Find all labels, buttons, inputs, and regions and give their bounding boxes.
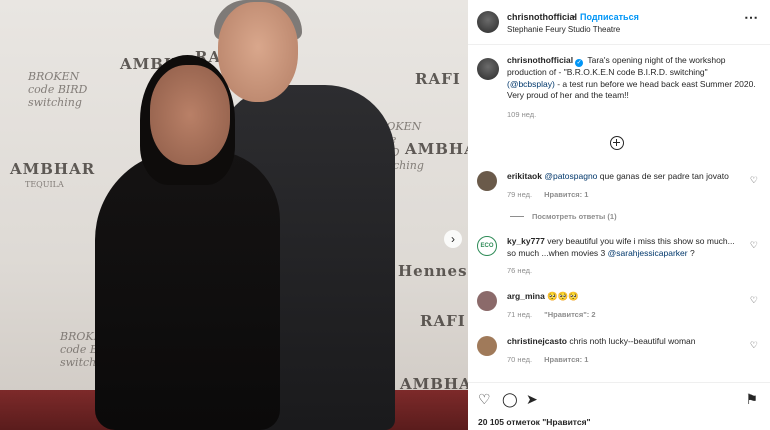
backdrop-logo: BROKEN code BIRD switching: [28, 70, 88, 109]
backdrop-logo: RAFI: [420, 312, 466, 330]
comment-text: erikitaok @patospagno que ganas de ser p…: [507, 171, 742, 183]
comment-meta: 79 нед. Нравится: 1: [507, 190, 770, 199]
post-actions-bar: ♡ ◯ ➤ ⚑ 20 105 отметок "Нравится": [468, 382, 770, 430]
comment-meta: 70 нед. Нравится: 1: [507, 355, 770, 364]
commenter-avatar[interactable]: [477, 291, 497, 311]
backdrop-logo: TEQUILA: [25, 180, 64, 189]
comment-bubble-icon[interactable]: ◯: [502, 392, 518, 406]
commenter-username[interactable]: erikitaok: [507, 171, 542, 181]
view-replies-button[interactable]: Посмотреть ответы (1): [510, 212, 617, 221]
author-avatar[interactable]: [477, 11, 499, 33]
comment-like-heart-icon[interactable]: ♡: [750, 240, 758, 251]
carousel-next-button[interactable]: ›: [444, 230, 462, 248]
comment-like-heart-icon[interactable]: ♡: [750, 175, 758, 186]
commenter-username[interactable]: ky_ky777: [507, 236, 545, 246]
comment-likes[interactable]: Нравится: 1: [544, 355, 588, 364]
commenter-avatar[interactable]: [477, 336, 497, 356]
man-face: [218, 2, 298, 102]
comment-item: arg_mina 🥺🥺🥺 71 нед. "Нравится": 2 ♡: [468, 291, 770, 319]
backdrop-logo: AMBHAR: [10, 160, 96, 178]
comment-item: christinejcasto chris noth lucky--beauti…: [468, 336, 770, 364]
commenter-username[interactable]: christinejcasto: [507, 336, 567, 346]
comment-suffix: ?: [689, 247, 695, 258]
replies-line: [510, 216, 524, 217]
comment-like-heart-icon[interactable]: ♡: [750, 340, 758, 351]
view-replies-label: Посмотреть ответы (1): [532, 212, 617, 221]
post-side-panel: chrisnothofficial • Подписаться Stephani…: [468, 0, 770, 430]
caption-tag-link[interactable]: (@bcbsplay): [507, 79, 555, 89]
author-username[interactable]: chrisnothofficial: [507, 12, 577, 22]
comment-time[interactable]: 76 нед.: [507, 266, 532, 275]
backdrop-logo: RAFI: [415, 70, 461, 88]
commenter-username[interactable]: arg_mina: [507, 291, 545, 301]
comment-time[interactable]: 79 нед.: [507, 190, 532, 199]
comment-text: ky_ky777 very beautiful you wife i miss …: [507, 236, 742, 259]
comment-likes[interactable]: "Нравится": 2: [544, 310, 595, 319]
comment-mention-link[interactable]: @sarahjessicaparker: [608, 248, 688, 258]
comment-body: 🥺🥺🥺: [547, 291, 579, 301]
separator-dot: •: [572, 12, 576, 22]
woman-face: [150, 65, 230, 165]
load-more-comments-icon[interactable]: [610, 136, 624, 150]
caption-text: chrisnothofficial ✓ Tara's opening night …: [507, 55, 757, 102]
comment-meta: 76 нед.: [507, 266, 770, 275]
comment-meta: 71 нед. "Нравится": 2: [507, 310, 770, 319]
likes-count[interactable]: 20 105 отметок "Нравится": [478, 417, 591, 427]
caption-timestamp[interactable]: 109 нед.: [507, 110, 770, 119]
comment-likes[interactable]: Нравится: 1: [544, 190, 588, 199]
comment-mention-link[interactable]: @patospagno: [544, 171, 597, 181]
share-icon[interactable]: ➤: [526, 392, 538, 406]
woman-figure: [95, 150, 280, 430]
post-header: chrisnothofficial • Подписаться Stephani…: [468, 0, 770, 45]
follow-button[interactable]: Подписаться: [580, 12, 639, 22]
verified-badge-icon: ✓: [575, 59, 584, 67]
post-caption: chrisnothofficial ✓ Tara's opening night …: [468, 55, 770, 119]
more-options-icon[interactable]: ⋯: [744, 10, 758, 24]
commenter-avatar[interactable]: [477, 171, 497, 191]
comment-like-heart-icon[interactable]: ♡: [750, 295, 758, 306]
like-heart-icon[interactable]: ♡: [478, 392, 491, 406]
comment-text: christinejcasto chris noth lucky--beauti…: [507, 336, 742, 348]
backdrop-logo: Hennessy: [398, 262, 468, 280]
comment-time[interactable]: 71 нед.: [507, 310, 532, 319]
comment-time[interactable]: 70 нед.: [507, 355, 532, 364]
post-photo[interactable]: AMBHAR BROKEN code BIRD switching RAFI A…: [0, 0, 468, 430]
comment-body: que ganas de ser padre tan jovato: [599, 171, 729, 181]
caption-username[interactable]: chrisnothofficial: [507, 55, 573, 65]
author-avatar[interactable]: [477, 58, 499, 80]
comment-item: ECO ky_ky777 very beautiful you wife i m…: [468, 236, 770, 275]
post-viewer: AMBHAR BROKEN code BIRD switching RAFI A…: [0, 0, 770, 430]
save-bookmark-icon[interactable]: ⚑: [745, 392, 758, 406]
comment-text: arg_mina 🥺🥺🥺: [507, 291, 742, 303]
location-link[interactable]: Stephanie Feury Studio Theatre: [507, 25, 620, 34]
comment-body: chris noth lucky--beautiful woman: [569, 336, 696, 346]
comment-item: erikitaok @patospagno que ganas de ser p…: [468, 171, 770, 199]
commenter-avatar[interactable]: ECO: [477, 236, 497, 256]
